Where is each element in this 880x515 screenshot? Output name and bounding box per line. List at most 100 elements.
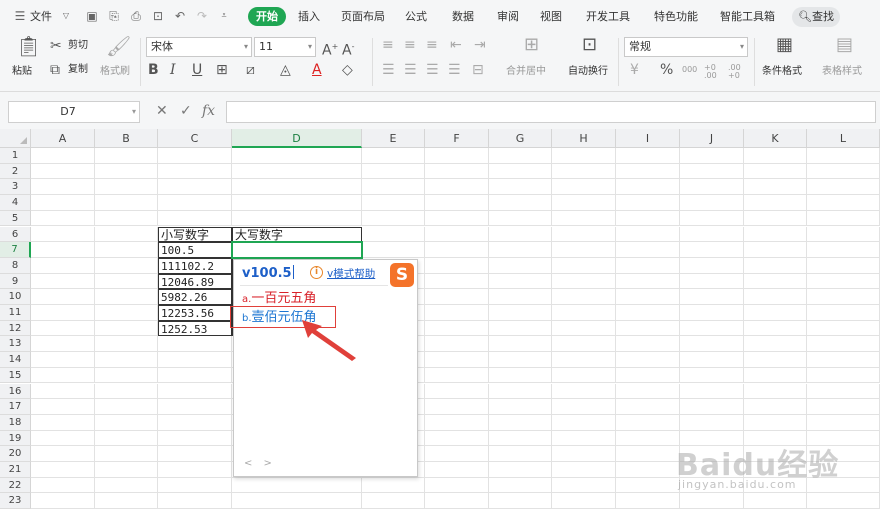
cell-j7[interactable] [680, 242, 744, 258]
undo-icon[interactable]: ↶ [172, 8, 188, 24]
fill-color-icon[interactable]: ◬ [280, 62, 291, 78]
print-icon[interactable]: ⎙ [128, 8, 144, 24]
cell-h18[interactable] [552, 414, 616, 431]
cell-k5[interactable] [744, 210, 807, 227]
decrease-font-icon[interactable]: A- [342, 39, 354, 59]
cut-button[interactable]: 剪切 [68, 40, 88, 52]
cell-b14[interactable] [95, 352, 158, 368]
tab-insert[interactable]: 插入 [298, 8, 320, 26]
cell-l16[interactable] [807, 383, 880, 400]
cell-k10[interactable] [744, 289, 807, 305]
cell-f23[interactable] [425, 493, 489, 510]
cell-k15[interactable] [744, 367, 807, 384]
cell-j15[interactable] [680, 367, 744, 384]
column-header-a[interactable]: A [31, 129, 95, 148]
cell-c20[interactable] [158, 446, 232, 462]
active-cell-d7[interactable] [231, 241, 363, 259]
tab-page-layout[interactable]: 页面布局 [341, 8, 385, 26]
cell-f15[interactable] [425, 367, 489, 384]
cell-h13[interactable] [552, 336, 616, 353]
cell-k9[interactable] [744, 273, 807, 290]
paste-icon[interactable]: 📋︎ [16, 36, 41, 56]
wrap-text-button[interactable]: 自动换行 [568, 66, 608, 78]
decrease-decimal-button[interactable]: .00 +0 [728, 64, 746, 80]
row-header-20[interactable]: 20 [0, 446, 31, 462]
cell-h8[interactable] [552, 257, 616, 274]
tab-start[interactable]: 开始 [248, 7, 286, 26]
cell-j9[interactable] [680, 273, 744, 290]
cell-c8[interactable]: 111102.2 [158, 257, 232, 274]
cell-i15[interactable] [616, 367, 680, 384]
table-style-button[interactable]: 表格样式 [822, 66, 862, 78]
column-header-g[interactable]: G [489, 129, 552, 148]
cell-a22[interactable] [31, 477, 95, 494]
row-header-21[interactable]: 21 [0, 462, 31, 478]
cell-h19[interactable] [552, 430, 616, 447]
cell-j11[interactable] [680, 305, 744, 321]
cell-i5[interactable] [616, 210, 680, 227]
cell-j6[interactable] [680, 226, 744, 243]
cell-g7[interactable] [489, 242, 552, 258]
cell-a9[interactable] [31, 273, 95, 290]
format-painter-button[interactable]: 格式刷 [100, 66, 130, 78]
currency-button[interactable]: ¥ [630, 62, 639, 78]
cell-i18[interactable] [616, 414, 680, 431]
cell-a7[interactable] [31, 242, 95, 258]
align-top-icon[interactable]: ≡ [382, 37, 394, 53]
cell-g1[interactable] [489, 148, 552, 164]
cell-k1[interactable] [744, 148, 807, 164]
hamburger-menu-icon[interactable]: ☰ [12, 8, 28, 24]
cell-a6[interactable] [31, 226, 95, 243]
cell-l11[interactable] [807, 305, 880, 321]
cell-i23[interactable] [616, 493, 680, 510]
borders-icon[interactable]: ⊞ [216, 62, 228, 78]
cell-i20[interactable] [616, 446, 680, 462]
cell-a23[interactable] [31, 493, 95, 510]
tab-data[interactable]: 数据 [452, 8, 474, 26]
row-header-12[interactable]: 12 [0, 320, 31, 337]
select-all-corner[interactable] [0, 129, 31, 148]
cell-c21[interactable] [158, 462, 232, 478]
cell-h20[interactable] [552, 446, 616, 462]
cell-g14[interactable] [489, 352, 552, 368]
cell-b23[interactable] [95, 493, 158, 510]
row-header-6[interactable]: 6 [0, 226, 31, 243]
v-mode-help-link[interactable]: v模式帮助 [327, 266, 375, 281]
cell-e6[interactable] [362, 226, 425, 243]
cell-j17[interactable] [680, 399, 744, 415]
cell-d3[interactable] [232, 179, 362, 196]
conditional-format-button[interactable]: 条件格式 [762, 66, 802, 78]
cell-a8[interactable] [31, 257, 95, 274]
cell-g8[interactable] [489, 257, 552, 274]
cell-h11[interactable] [552, 305, 616, 321]
cell-h14[interactable] [552, 352, 616, 368]
cell-c9[interactable]: 12046.89 [158, 273, 232, 290]
column-header-d[interactable]: D [232, 129, 362, 148]
cell-g2[interactable] [489, 163, 552, 180]
wrap-text-icon[interactable]: ⊡ [582, 36, 597, 54]
cell-k4[interactable] [744, 195, 807, 211]
cell-c23[interactable] [158, 493, 232, 510]
cell-g16[interactable] [489, 383, 552, 400]
font-name-select[interactable]: 宋体 ▾ [146, 37, 252, 57]
cell-h9[interactable] [552, 273, 616, 290]
cell-c2[interactable] [158, 163, 232, 180]
cell-b9[interactable] [95, 273, 158, 290]
cell-j12[interactable] [680, 320, 744, 337]
cell-l10[interactable] [807, 289, 880, 305]
cell-e5[interactable] [362, 210, 425, 227]
name-box-chevron-icon[interactable]: ▾ [132, 102, 136, 122]
cell-h12[interactable] [552, 320, 616, 337]
cell-j18[interactable] [680, 414, 744, 431]
cell-e4[interactable] [362, 195, 425, 211]
cell-i2[interactable] [616, 163, 680, 180]
row-header-23[interactable]: 23 [0, 493, 31, 510]
cell-k8[interactable] [744, 257, 807, 274]
column-header-b[interactable]: B [95, 129, 158, 148]
cell-c7[interactable]: 100.5 [158, 242, 232, 258]
cell-f10[interactable] [425, 289, 489, 305]
cell-k14[interactable] [744, 352, 807, 368]
cell-e7[interactable] [362, 242, 425, 258]
cell-b4[interactable] [95, 195, 158, 211]
row-header-7[interactable]: 7 [0, 242, 31, 258]
